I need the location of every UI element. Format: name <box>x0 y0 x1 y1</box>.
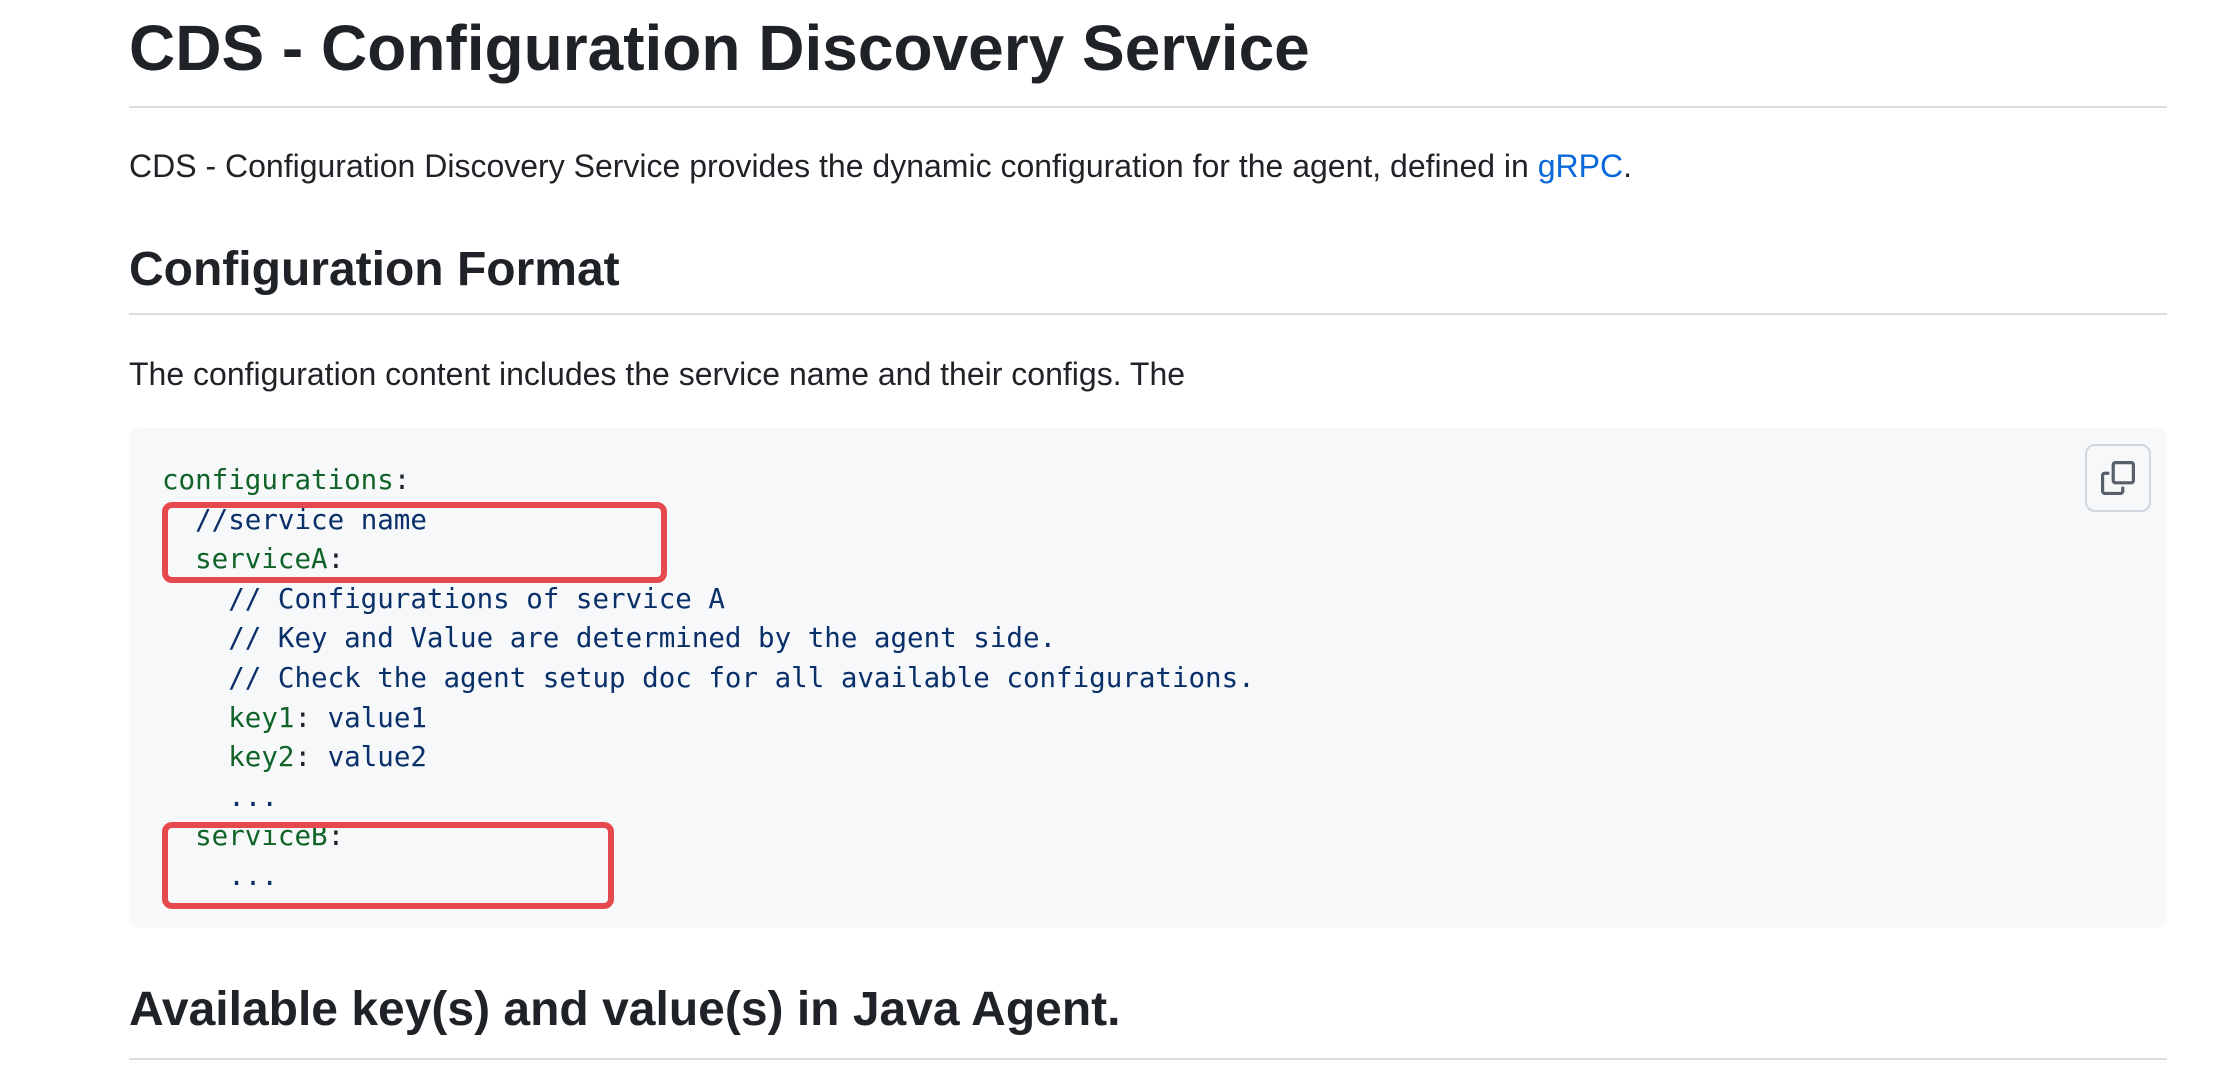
intro-text: CDS - Configuration Discovery Service pr… <box>129 148 1538 184</box>
section-heading-available-keys: Available key(s) and value(s) in Java Ag… <box>129 983 1121 1036</box>
page-title: CDS - Configuration Discovery Service <box>129 12 1310 84</box>
intro-paragraph: CDS - Configuration Discovery Service pr… <box>129 147 1632 185</box>
copy-button[interactable] <box>2085 444 2151 512</box>
code-line: // Check the agent setup doc for all ava… <box>162 659 1255 699</box>
code-line: key2: value2 <box>162 738 1255 778</box>
highlight-box-service-b <box>162 822 614 909</box>
grpc-link[interactable]: gRPC <box>1538 148 1623 184</box>
code-value: value2 <box>327 741 427 774</box>
section-description: The configuration content includes the s… <box>129 356 1186 392</box>
section-divider <box>129 313 2167 315</box>
code-separator: : <box>294 741 328 774</box>
intro-period: . <box>1623 148 1632 184</box>
code-value: // Check the agent setup doc for all ava… <box>228 661 1255 694</box>
code-line: // Key and Value are determined by the a… <box>162 619 1255 659</box>
code-value: // Key and Value are determined by the a… <box>228 622 1057 655</box>
copy-icon <box>2101 461 2135 495</box>
highlight-box-service-a <box>162 502 667 583</box>
code-value: ... <box>228 780 278 813</box>
code-line: ... <box>162 778 1255 818</box>
code-line: // Configurations of service A <box>162 580 1255 620</box>
code-separator: : <box>393 464 411 496</box>
code-separator: : <box>294 701 328 734</box>
section-divider-2 <box>129 1058 2167 1060</box>
code-line: key1: value1 <box>162 699 1255 739</box>
code-value: // Configurations of service A <box>228 582 725 615</box>
code-line: configurations: <box>162 461 1255 501</box>
code-key: key1 <box>228 701 295 734</box>
code-value: value1 <box>327 701 427 734</box>
code-key: key2 <box>228 741 295 774</box>
title-divider <box>129 106 2167 108</box>
code-key: configurations <box>162 464 394 496</box>
section-heading-configuration-format: Configuration Format <box>129 243 620 296</box>
